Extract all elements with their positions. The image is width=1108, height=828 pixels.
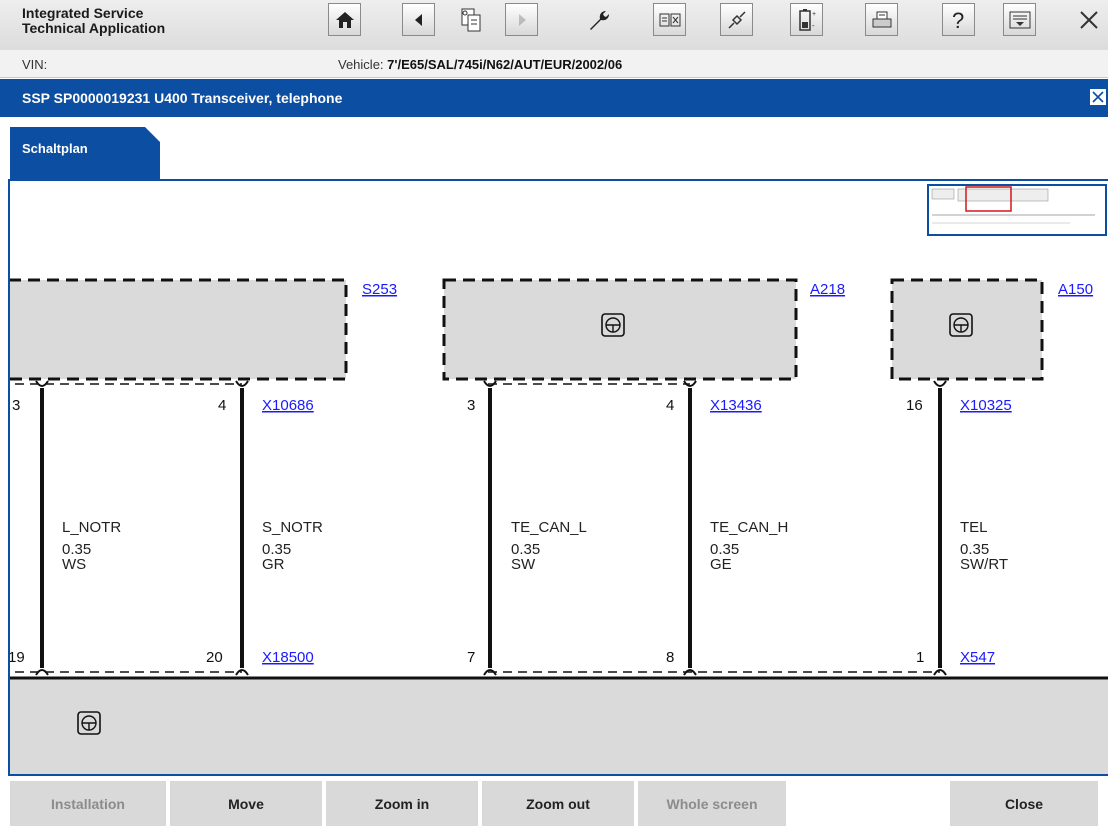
pin-number: 3: [467, 397, 475, 414]
wires: [40, 388, 942, 668]
wrench-icon: [589, 10, 609, 30]
forward-icon: [518, 13, 526, 26]
forward-button[interactable]: [505, 3, 538, 36]
pin-number: 20: [206, 649, 223, 666]
panel-icon: [1009, 11, 1030, 28]
svg-text:+: +: [812, 11, 816, 18]
connector-link-x547[interactable]: X547: [960, 649, 995, 666]
pin-number: 1: [916, 649, 924, 666]
connector-link-x13436[interactable]: X13436: [710, 397, 762, 414]
footer-toolbar: Installation Move Zoom in Zoom out Whole…: [0, 776, 1108, 828]
svg-text:TE_CAN_L: TE_CAN_L: [511, 519, 587, 536]
vehicle-info: Vehicle: 7'/E65/SAL/745i/N62/AUT/EUR/200…: [338, 57, 623, 72]
component-box-s253: [10, 278, 348, 381]
close-button[interactable]: Close: [950, 781, 1098, 826]
pin-number: 8: [666, 649, 674, 666]
battery-button[interactable]: + -: [790, 3, 823, 36]
zoom-in-button[interactable]: Zoom in: [326, 781, 478, 826]
svg-text:SW: SW: [511, 556, 536, 573]
wire-label-tel: TEL 0.35 SW/RT: [960, 519, 1008, 573]
battery-icon: +-: [798, 8, 816, 31]
pin-number: 3: [12, 397, 20, 414]
tab-strip: Schaltplan: [0, 117, 1108, 180]
connector-link-x10325[interactable]: X10325: [960, 397, 1012, 414]
document-icon: [461, 8, 480, 31]
pin-number: 16: [906, 397, 923, 414]
app-header: Integrated Service Technical Application…: [0, 0, 1108, 50]
home-button[interactable]: [328, 3, 361, 36]
component-link-s253[interactable]: S253: [362, 281, 397, 298]
tab-schaltplan[interactable]: Schaltplan: [10, 127, 160, 180]
back-button[interactable]: [402, 3, 435, 36]
installation-button[interactable]: Installation: [10, 781, 166, 826]
overview-minimap[interactable]: [927, 184, 1107, 236]
vehicle-value: 7'/E65/SAL/745i/N62/AUT/EUR/2002/06: [387, 57, 623, 72]
connector-link-x18500[interactable]: X18500: [262, 649, 314, 666]
pin-number: 4: [218, 397, 226, 414]
component-box-a218: [442, 278, 798, 381]
svg-text:L_NOTR: L_NOTR: [62, 519, 121, 536]
whole-screen-button[interactable]: Whole screen: [638, 781, 786, 826]
wiring-diagram-canvas[interactable]: S253 A218 A150 3 4 3 4 16 X10686 X13436 …: [8, 179, 1108, 776]
svg-text:S_NOTR: S_NOTR: [262, 519, 323, 536]
pin-number: 7: [467, 649, 475, 666]
document-title-bar: SSP SP0000019231 U400 Transceiver, telep…: [0, 79, 1108, 117]
document-title: SSP SP0000019231 U400 Transceiver, telep…: [22, 90, 343, 106]
svg-text:?: ?: [952, 8, 964, 32]
svg-text:TEL: TEL: [960, 519, 988, 536]
move-button[interactable]: Move: [170, 781, 322, 826]
component-link-a150[interactable]: A150: [1058, 281, 1093, 298]
component-link-a218[interactable]: A218: [810, 281, 845, 298]
wire-label-l-notr: L_NOTR 0.35 WS: [62, 519, 121, 573]
pin-number: 19: [10, 649, 25, 666]
svg-text:GE: GE: [710, 556, 732, 573]
pin-number: 4: [666, 397, 674, 414]
vin-label: VIN:: [22, 57, 48, 72]
print-button[interactable]: [865, 3, 898, 36]
wire-label-te-can-l: TE_CAN_L 0.35 SW: [511, 519, 587, 573]
wire-label-te-can-h: TE_CAN_H 0.35 GE: [710, 519, 788, 573]
help-button[interactable]: ?: [942, 3, 975, 36]
wire-label-s-notr: S_NOTR 0.35 GR: [262, 519, 323, 573]
svg-text:WS: WS: [62, 556, 86, 573]
printer-icon: [872, 11, 891, 27]
svg-text:TE_CAN_H: TE_CAN_H: [710, 519, 788, 536]
help-icon: ?: [952, 8, 964, 32]
close-icon: [1092, 91, 1104, 103]
vehicle-info-bar: VIN: Vehicle: 7'/E65/SAL/745i/N62/AUT/EU…: [0, 50, 1108, 78]
split-view-button[interactable]: [653, 3, 686, 36]
app-title: Integrated Service Technical Application: [22, 5, 166, 36]
close-app-button[interactable]: [1072, 3, 1105, 36]
component-box-u400: [10, 676, 1108, 774]
home-icon: [335, 11, 354, 28]
split-view-icon: [659, 13, 680, 26]
svg-text:-: -: [812, 21, 815, 30]
zoom-out-button[interactable]: Zoom out: [482, 781, 634, 826]
diagnosis-button[interactable]: [720, 3, 753, 36]
panel-button[interactable]: [1003, 3, 1036, 36]
back-icon: [414, 13, 422, 26]
document-button[interactable]: [454, 3, 487, 36]
svg-text:SW/RT: SW/RT: [960, 556, 1008, 573]
close-icon: [1079, 10, 1098, 29]
service-button[interactable]: [582, 3, 615, 36]
plug-icon: [727, 10, 746, 29]
close-document-button[interactable]: [1090, 89, 1106, 105]
connector-link-x10686[interactable]: X10686: [262, 397, 314, 414]
svg-text:GR: GR: [262, 556, 285, 573]
